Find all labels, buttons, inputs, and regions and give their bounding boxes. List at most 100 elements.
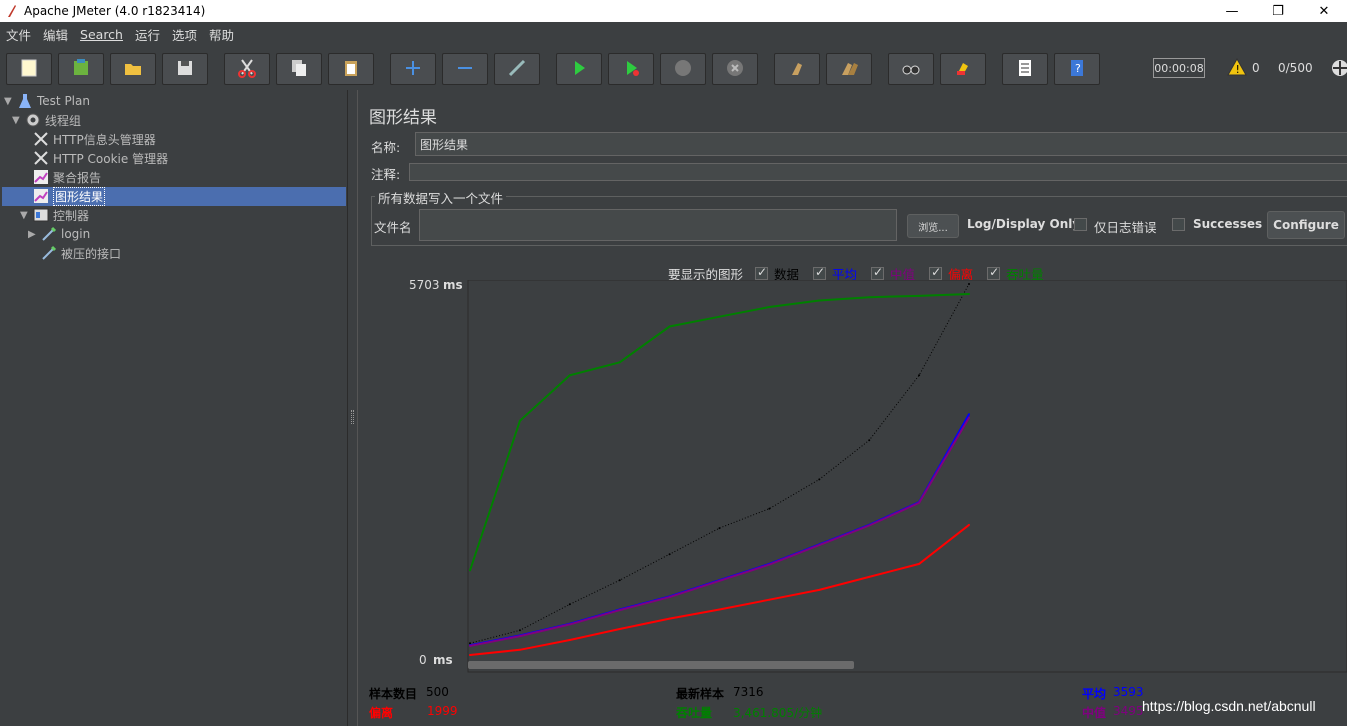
series-0-point-8: [868, 439, 871, 442]
start-button[interactable]: [556, 53, 602, 85]
tree-item-label: Test Plan: [37, 94, 90, 108]
play-icon: [568, 57, 590, 82]
series-0-point-2: [568, 603, 571, 606]
tree-item-label: 被压的接口: [61, 246, 122, 261]
menu-help[interactable]: 帮助: [209, 25, 234, 44]
page-title: 图形结果: [369, 108, 437, 128]
clipboard-icon: [340, 57, 362, 82]
broom-icon: [786, 57, 808, 82]
average-value: 3593: [1113, 685, 1144, 699]
tree-item-cookie-manager[interactable]: HTTP Cookie 管理器: [32, 149, 168, 167]
tree-item-controller[interactable]: ▼ 控制器: [20, 206, 89, 224]
series-0-point-1: [518, 629, 521, 632]
tree-item-aggregate-report[interactable]: 聚合报告: [32, 168, 101, 186]
series-3-point-6: [768, 598, 771, 601]
splitter-grip-icon[interactable]: [351, 410, 354, 424]
binoculars-icon: [900, 57, 922, 82]
deviation-checkbox[interactable]: [929, 265, 943, 280]
open-button[interactable]: [110, 53, 156, 85]
comment-field[interactable]: [409, 163, 1347, 181]
help-button[interactable]: ?: [1054, 53, 1100, 85]
tree-item-header-manager[interactable]: HTTP信息头管理器: [32, 130, 156, 148]
menu-file[interactable]: 文件: [6, 25, 31, 44]
series-1-point-10: [968, 413, 970, 416]
copy-icon: [288, 57, 310, 82]
tree-item-test-plan[interactable]: ▼ Test Plan: [4, 92, 90, 110]
shutdown-button[interactable]: [712, 53, 758, 85]
series-0-point-6: [768, 507, 771, 510]
close-button[interactable]: ✕: [1301, 0, 1347, 22]
average-checkbox[interactable]: [813, 265, 827, 280]
function-helper-button[interactable]: [1002, 53, 1048, 85]
stop-button[interactable]: [660, 53, 706, 85]
series-4-point-8: [868, 296, 871, 299]
minimize-button[interactable]: —: [1209, 0, 1255, 22]
throughput-checkbox[interactable]: [987, 265, 1001, 280]
templates-icon: [70, 57, 92, 82]
menu-search[interactable]: Search: [80, 27, 123, 42]
shutdown-icon: [724, 57, 746, 82]
broom-all-icon: [838, 57, 860, 82]
tree-item-stress-api[interactable]: 被压的接口: [40, 244, 121, 262]
cut-button[interactable]: [224, 53, 270, 85]
search-button[interactable]: [888, 53, 934, 85]
menu-edit[interactable]: 编辑: [43, 25, 68, 44]
templates-button[interactable]: [58, 53, 104, 85]
restore-button[interactable]: ❐: [1255, 0, 1301, 22]
tree-item-thread-group[interactable]: ▼ 线程组: [12, 111, 81, 129]
start-no-pauses-button[interactable]: [608, 53, 654, 85]
save-disk-icon: [174, 57, 196, 82]
y-min-tick: 0: [419, 653, 427, 667]
menu-run[interactable]: 运行: [135, 25, 160, 44]
save-button[interactable]: [162, 53, 208, 85]
filename-label: 文件名: [374, 220, 412, 235]
menu-options[interactable]: 选项: [172, 25, 197, 44]
response-time-graph: 5703 ms 0 ms: [409, 278, 1347, 673]
toggle-button[interactable]: [494, 53, 540, 85]
tree-item-label: 线程组: [45, 113, 82, 128]
window-title: Apache JMeter (4.0 r1823414): [24, 4, 206, 18]
chevron-down-icon[interactable]: ▼: [4, 96, 16, 107]
series-4-point-7: [818, 299, 821, 302]
series-0-point-3: [618, 579, 621, 582]
wrench-icon: [32, 131, 50, 147]
successes-checkbox[interactable]: [1172, 218, 1185, 231]
new-button[interactable]: [6, 53, 52, 85]
paste-button[interactable]: [328, 53, 374, 85]
y-min-unit: ms: [433, 653, 453, 667]
wand-icon: [506, 57, 528, 82]
tree-item-login[interactable]: ▶ login: [28, 225, 90, 243]
warning-count: 0: [1252, 61, 1260, 75]
median-label: 中值: [1082, 706, 1107, 720]
controller-icon: [32, 207, 50, 223]
clear-button[interactable]: [774, 53, 820, 85]
warning-icon[interactable]: !: [1227, 57, 1247, 79]
collapse-button[interactable]: [442, 53, 488, 85]
gear-icon: [24, 112, 42, 128]
errors-only-checkbox[interactable]: [1074, 218, 1087, 231]
menu-bar: 文件 编辑 Search 运行 选项 帮助: [0, 22, 1347, 46]
copy-button[interactable]: [276, 53, 322, 85]
name-field[interactable]: 图形结果: [415, 132, 1347, 156]
tree-item-graph-results[interactable]: 图形结果: [32, 186, 106, 206]
browse-button[interactable]: 浏览...: [907, 214, 959, 238]
tree-item-label: login: [61, 227, 91, 241]
series-4-point-4: [668, 325, 671, 328]
tree-item-label: HTTP Cookie 管理器: [53, 151, 169, 166]
clear-all-button[interactable]: [826, 53, 872, 85]
errors-only-label: 仅日志错误: [1094, 220, 1157, 235]
chevron-right-icon[interactable]: ▶: [28, 229, 40, 240]
horizontal-scrollbar[interactable]: [468, 661, 854, 669]
median-checkbox[interactable]: [871, 265, 885, 280]
title-bar: Apache JMeter (4.0 r1823414) — ❐ ✕: [0, 0, 1347, 22]
configure-button[interactable]: Configure: [1267, 211, 1345, 239]
filename-field[interactable]: [419, 209, 897, 241]
data-checkbox[interactable]: [755, 265, 769, 280]
reset-search-button[interactable]: [940, 53, 986, 85]
chevron-down-icon[interactable]: ▼: [12, 115, 24, 126]
series-3-point-8: [868, 575, 871, 578]
expand-button[interactable]: [390, 53, 436, 85]
chevron-down-icon[interactable]: ▼: [20, 210, 32, 221]
pipette-icon: [40, 226, 58, 242]
panel-splitter[interactable]: [348, 90, 358, 726]
